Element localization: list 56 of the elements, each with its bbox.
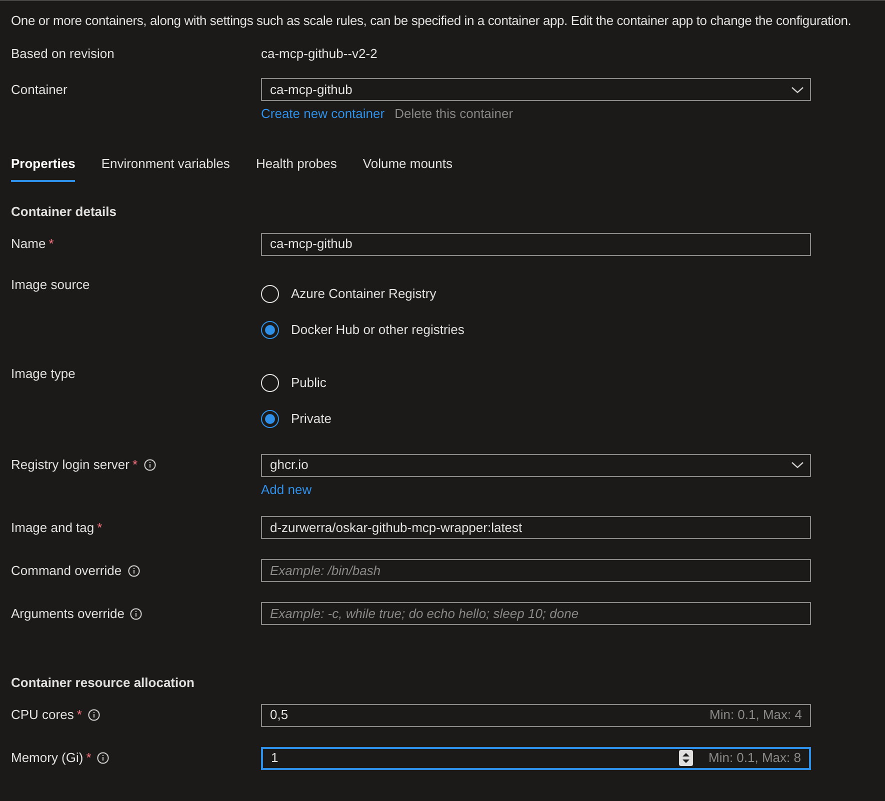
field-value: 0,5 [270, 706, 290, 724]
field-label: Container [11, 80, 68, 99]
required-asterisk: * [97, 518, 102, 537]
radio-label: Azure Container Registry [291, 284, 436, 303]
field-label: Arguments override [11, 604, 124, 623]
container-link[interactable]: Create new container [261, 104, 385, 124]
text-field[interactable]: d-zurwerra/oskar-github-mcp-wrapper:latest [261, 516, 811, 539]
field-value: ca-mcp-github [270, 235, 354, 254]
tab[interactable]: Environment variables [101, 154, 230, 182]
text-field[interactable]: Example: /bin/bash [261, 559, 811, 582]
radio-button[interactable] [261, 320, 279, 338]
required-asterisk: * [76, 706, 82, 724]
tab[interactable]: Volume mounts [362, 154, 452, 182]
field-label: Image type [11, 364, 76, 383]
tab[interactable]: Properties [11, 154, 76, 182]
container-dropdown[interactable]: ca-mcp-github [261, 78, 811, 101]
text-field[interactable]: ca-mcp-github [261, 232, 811, 256]
field-label: Command override [11, 562, 122, 580]
revision-value: ca-mcp-github--v2-2 [261, 44, 378, 63]
radio-label: Public [291, 374, 326, 392]
field-value: 1 [271, 749, 280, 768]
info-icon [130, 608, 142, 620]
field-value: d-zurwerra/oskar-github-mcp-wrapper:latest [270, 518, 524, 537]
field-placeholder: Example: -c, while true; do echo hello; sleep 10; done [270, 604, 580, 623]
spinner-icon[interactable] [678, 750, 693, 766]
chevron-down-icon [791, 86, 804, 94]
field-label: Memory (Gi) [11, 749, 84, 768]
required-asterisk: * [48, 235, 54, 254]
field-label: Based on revision [11, 44, 116, 62]
radio-label: Docker Hub or other registries [291, 320, 464, 339]
radio-button[interactable] [261, 410, 279, 428]
description-text: One or more containers, along with settings such as scale rules, can be specified in a container app. Edit the container app to change the configuration. [11, 12, 852, 30]
field-label: Image source [11, 276, 90, 294]
info-icon [97, 752, 110, 764]
info-icon [128, 564, 140, 576]
range-hint: Min: 0.1, Max: 4 [710, 706, 802, 724]
field-label: Name [11, 235, 46, 254]
field-label: CPU cores [11, 706, 74, 724]
dropdown[interactable]: ghcr.io [261, 454, 811, 476]
add-new-link[interactable]: Add new [261, 480, 312, 499]
text-field[interactable]: 0,5 Min: 0.1, Max: 4 [261, 704, 811, 726]
text-field[interactable]: 1 Min: 0.1, Max: 8 [261, 746, 811, 770]
info-icon [88, 709, 100, 721]
text-field[interactable]: Example: -c, while true; do echo hello; sleep 10; done [261, 602, 811, 625]
required-asterisk: * [132, 456, 138, 474]
radio-label: Private [291, 410, 332, 428]
field-label: Image and tag [11, 518, 94, 537]
info-icon [144, 459, 156, 471]
tab[interactable]: Health probes [256, 154, 337, 182]
required-asterisk: * [86, 749, 92, 768]
field-label: Registry login server [11, 456, 130, 474]
field-placeholder: Example: /bin/bash [270, 562, 382, 580]
section-heading: Container details [11, 203, 118, 221]
range-hint: Min: 0.1, Max: 8 [708, 749, 801, 768]
chevron-down-icon [791, 461, 804, 469]
section-heading: Container resource allocation [11, 674, 196, 692]
